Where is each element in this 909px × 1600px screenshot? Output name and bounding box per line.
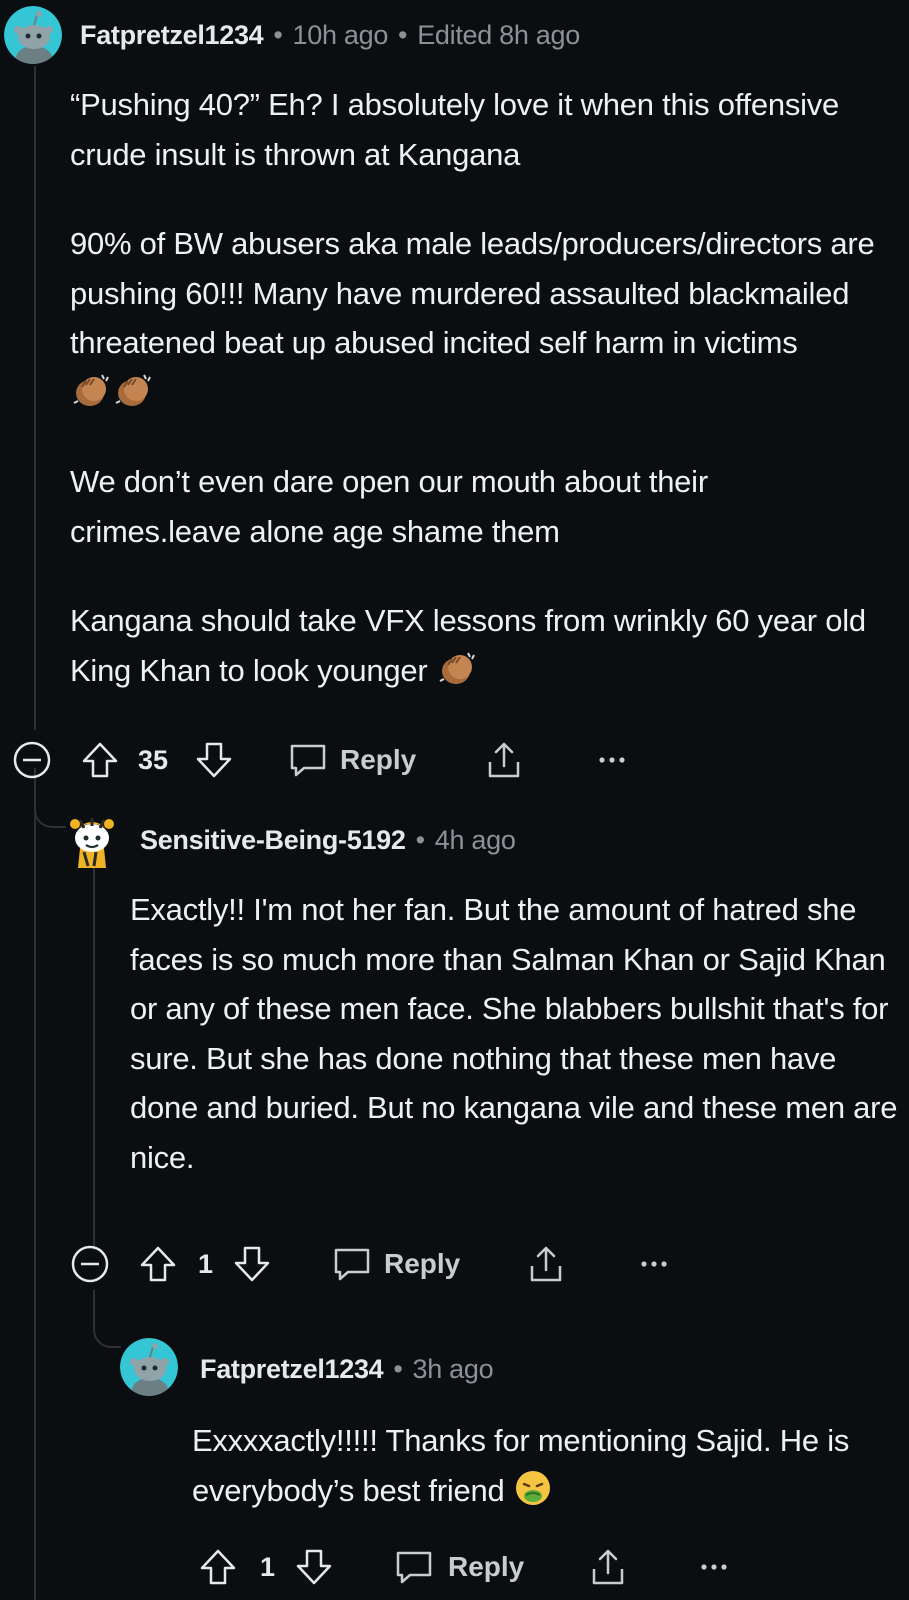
upvote-button[interactable] <box>80 738 120 782</box>
avatar[interactable] <box>4 6 62 64</box>
comment-meta: Fatpretzel1234 • 10h ago • Edited 8h ago <box>80 18 580 52</box>
comment-paragraph: “Pushing 40?” Eh? I absolutely love it w… <box>70 87 840 172</box>
reply-button[interactable]: Reply <box>392 1545 532 1589</box>
avatar[interactable] <box>120 1338 178 1396</box>
downvote-icon <box>234 1246 270 1282</box>
separator: • <box>415 825 425 855</box>
reply-label: Reply <box>448 1551 525 1582</box>
collapse-button[interactable] <box>68 1242 112 1286</box>
thread-line <box>93 860 95 1250</box>
thread-line <box>34 66 36 730</box>
clapping-hands-icon <box>70 371 156 409</box>
upvote-icon <box>140 1246 176 1282</box>
comment-actions: 35 Reply <box>10 738 890 782</box>
username[interactable]: Sensitive-Being-5192 <box>140 825 406 855</box>
share-button[interactable] <box>524 1242 568 1286</box>
share-icon <box>530 1246 562 1282</box>
vote-count: 35 <box>138 745 169 775</box>
share-icon <box>592 1549 624 1585</box>
more-options-icon <box>641 1261 667 1267</box>
reply-label: Reply <box>384 1248 461 1279</box>
comment-paragraph: Kangana should take VFX lessons from wri… <box>70 603 866 688</box>
more-options-icon <box>701 1564 727 1570</box>
comment-actions: 1 Reply <box>198 1545 898 1589</box>
upvote-icon <box>200 1549 236 1585</box>
comment-meta: Fatpretzel1234 • 3h ago <box>200 1352 494 1386</box>
reply-icon <box>396 1551 432 1584</box>
upvote-icon <box>82 742 118 778</box>
vote-count: 1 <box>198 1249 214 1279</box>
collapse-icon <box>13 741 51 779</box>
snoo-avatar-icon <box>4 6 62 64</box>
username[interactable]: Fatpretzel1234 <box>80 20 264 50</box>
downvote-icon <box>196 742 232 778</box>
reply-icon <box>334 1248 370 1281</box>
more-options-button[interactable] <box>594 738 630 782</box>
clapping-hands-icon <box>436 649 480 687</box>
downvote-button[interactable] <box>232 1242 272 1286</box>
downvote-button[interactable] <box>294 1545 334 1589</box>
more-options-button[interactable] <box>636 1242 672 1286</box>
reply-label: Reply <box>340 744 417 775</box>
reply-button[interactable]: Reply <box>286 738 426 782</box>
comment-actions: 1 Reply <box>68 1242 888 1286</box>
comment-paragraph: Exxxxactly!!!!! Thanks for mentioning Sa… <box>192 1423 850 1508</box>
nauseated-face-icon <box>513 1469 553 1507</box>
collapse-icon <box>71 1245 109 1283</box>
reply-button[interactable]: Reply <box>330 1242 470 1286</box>
upvote-button[interactable] <box>138 1242 178 1286</box>
tiger-snoo-avatar-icon <box>70 818 114 868</box>
separator: • <box>393 1354 403 1384</box>
comment-body: Exactly!! I'm not her fan. But the amoun… <box>130 885 900 1182</box>
share-button[interactable] <box>586 1545 630 1589</box>
separator: • <box>273 20 283 50</box>
comment-meta: Sensitive-Being-5192 • 4h ago <box>140 823 516 857</box>
username[interactable]: Fatpretzel1234 <box>200 1354 384 1384</box>
share-button[interactable] <box>482 738 526 782</box>
timestamp: 10h ago <box>292 20 389 50</box>
thread-line <box>34 768 36 1600</box>
separator: • <box>398 20 408 50</box>
avatar[interactable] <box>62 810 120 868</box>
snoo-avatar-icon <box>120 1338 178 1396</box>
more-options-button[interactable] <box>696 1545 732 1589</box>
reply-icon <box>290 744 326 777</box>
downvote-icon <box>296 1549 332 1585</box>
comment-paragraph: Exactly!! I'm not her fan. But the amoun… <box>130 892 898 1175</box>
edited-label: Edited 8h ago <box>417 20 580 50</box>
more-options-icon <box>599 757 625 763</box>
share-icon <box>488 742 520 778</box>
collapse-button[interactable] <box>10 738 54 782</box>
downvote-button[interactable] <box>194 738 234 782</box>
comment-paragraph: 90% of BW abusers aka male leads/produce… <box>70 219 880 417</box>
comment-body: Exxxxactly!!!!! Thanks for mentioning Sa… <box>192 1416 882 1515</box>
thread-connector <box>93 1300 121 1348</box>
comment-body: “Pushing 40?” Eh? I absolutely love it w… <box>70 80 880 695</box>
timestamp: 3h ago <box>412 1354 494 1384</box>
comment-paragraph: We don’t even dare open our mouth about … <box>70 464 708 549</box>
vote-count: 1 <box>260 1552 276 1582</box>
timestamp: 4h ago <box>434 825 516 855</box>
upvote-button[interactable] <box>198 1545 238 1589</box>
